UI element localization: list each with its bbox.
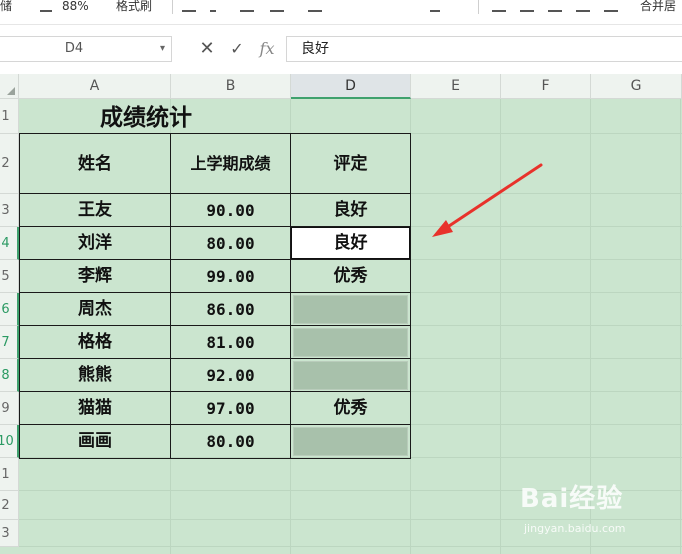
format-painter-label[interactable]: 格式刷 <box>116 0 152 12</box>
row-header-5[interactable]: 5 <box>0 260 19 293</box>
watermark: Bai经验 jingyan.baidu.com <box>520 478 680 554</box>
row-number: 10 <box>0 434 14 449</box>
formula-value[interactable]: 良好 <box>301 37 329 61</box>
merge-center-label[interactable]: 合并居 <box>640 0 676 12</box>
align-justify-icon[interactable] <box>576 0 590 12</box>
check-icon[interactable]: ✓ <box>226 36 248 62</box>
row-header-3[interactable]: 3 <box>0 194 19 227</box>
row-number: 3 <box>1 526 10 541</box>
row-number: 1 <box>1 109 10 124</box>
row-number: 1 <box>1 467 10 482</box>
merge-icon[interactable] <box>604 0 618 12</box>
row-header-4[interactable]: 4 <box>0 227 19 260</box>
watermark-url: jingyan.baidu.com <box>524 522 626 535</box>
fill-color-icon[interactable] <box>308 0 322 12</box>
column-header-a[interactable]: A <box>19 74 171 99</box>
close-icon[interactable]: ✕ <box>196 36 218 62</box>
toolbar-divider <box>172 0 173 14</box>
bold-icon[interactable] <box>182 0 196 12</box>
row-header-6[interactable]: 6 <box>0 293 19 326</box>
ribbon-toolbar: 储 88% 格式刷 合并居 <box>0 0 682 24</box>
italic-icon[interactable] <box>210 0 216 12</box>
shaded-cell[interactable] <box>293 295 408 324</box>
cell-score[interactable]: 92.00 <box>171 359 290 392</box>
cell-name[interactable]: 李辉 <box>20 260 170 293</box>
align-right-icon[interactable] <box>548 0 562 12</box>
toolbar-divider <box>478 0 479 14</box>
cell-score[interactable]: 97.00 <box>171 392 290 425</box>
cell-score[interactable]: 90.00 <box>171 194 290 227</box>
select-all-corner[interactable] <box>0 74 19 99</box>
cell-name[interactable]: 格格 <box>20 326 170 359</box>
align-center-icon[interactable] <box>520 0 534 12</box>
watermark-brand: Bai经验 <box>520 484 624 514</box>
shaded-cell[interactable] <box>293 361 408 390</box>
shaded-cell[interactable] <box>293 328 408 357</box>
cell-score[interactable]: 86.00 <box>171 293 290 326</box>
cell-name[interactable]: 熊熊 <box>20 359 170 392</box>
strikethrough-icon[interactable] <box>270 0 284 12</box>
row-header-11[interactable]: 1 <box>0 458 19 491</box>
formula-bar: D4 ▾ ✕ ✓ fx 良好 <box>0 26 682 72</box>
row-number: 5 <box>1 269 10 284</box>
select-all-icon[interactable] <box>7 87 15 95</box>
column-header-g[interactable]: G <box>591 74 682 99</box>
cell-grade[interactable]: 优秀 <box>291 260 410 293</box>
cell-name[interactable]: 刘洋 <box>20 227 170 260</box>
name-box[interactable]: D4 ▾ <box>0 36 172 62</box>
header-grade[interactable]: 评定 <box>291 134 410 194</box>
ribbon-partial-label: 储 <box>0 0 13 13</box>
row-number: 2 <box>1 156 10 171</box>
row-number: 4 <box>1 236 10 251</box>
cell-name[interactable]: 画画 <box>20 425 170 458</box>
insert-function-button[interactable]: fx <box>255 36 279 62</box>
row-header-2[interactable]: 2 <box>0 134 19 194</box>
cell-grade[interactable]: 良好 <box>291 194 410 227</box>
row-header-7[interactable]: 7 <box>0 326 19 359</box>
column-header-d[interactable]: D <box>291 74 411 99</box>
cell-grade[interactable]: 优秀 <box>291 392 410 425</box>
row-header-8[interactable]: 8 <box>0 359 19 392</box>
shaded-cell[interactable] <box>293 427 408 456</box>
cell-grade-selected[interactable]: 良好 <box>291 227 410 260</box>
row-header-1[interactable]: 1 <box>0 99 19 134</box>
row-number: 9 <box>1 401 10 416</box>
row-number: 7 <box>1 335 10 350</box>
column-header-f[interactable]: F <box>501 74 591 99</box>
cell-score[interactable]: 81.00 <box>171 326 290 359</box>
row-header-10[interactable]: 10 <box>0 425 19 458</box>
cell-score[interactable]: 80.00 <box>171 425 290 458</box>
name-box-value[interactable]: D4 <box>0 37 148 61</box>
header-name[interactable]: 姓名 <box>20 134 170 194</box>
header-score[interactable]: 上学期成绩 <box>171 134 290 194</box>
format-icon[interactable] <box>40 0 52 12</box>
zoom-label[interactable]: 88% <box>62 0 89 12</box>
cell-name[interactable]: 王友 <box>20 194 170 227</box>
font-color-icon[interactable] <box>430 0 440 12</box>
formula-input[interactable]: 良好 <box>286 36 682 62</box>
row-number: 8 <box>1 368 10 383</box>
row-header-13[interactable]: 3 <box>0 520 19 547</box>
row-header-12[interactable]: 2 <box>0 491 19 520</box>
column-header-e[interactable]: E <box>411 74 501 99</box>
cell-score[interactable]: 80.00 <box>171 227 290 260</box>
row-number: 3 <box>1 203 10 218</box>
chevron-down-icon[interactable]: ▾ <box>160 43 165 54</box>
align-left-icon[interactable] <box>492 0 506 12</box>
underline-icon[interactable] <box>240 0 254 12</box>
row-number: 2 <box>1 498 10 513</box>
cell-score[interactable]: 99.00 <box>171 260 290 293</box>
cell-name[interactable]: 周杰 <box>20 293 170 326</box>
sheet-title[interactable]: 成绩统计 <box>20 102 290 134</box>
column-header-b[interactable]: B <box>171 74 291 99</box>
row-number: 6 <box>1 302 10 317</box>
cell-name[interactable]: 猫猫 <box>20 392 170 425</box>
toolbar-bottom-divider <box>0 24 682 25</box>
row-header-9[interactable]: 9 <box>0 392 19 425</box>
